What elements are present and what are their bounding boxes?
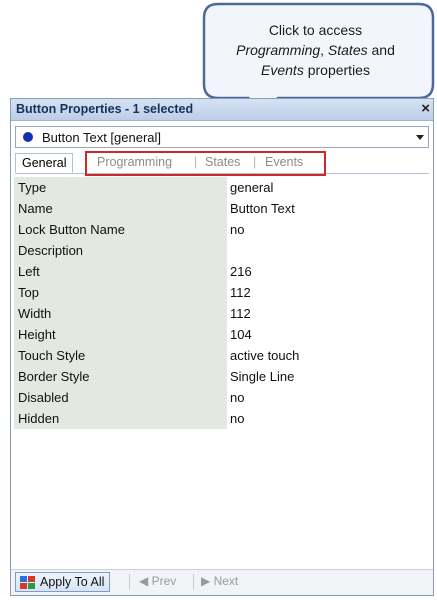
callout-text: Click to access Programming, States and … <box>214 20 417 80</box>
prev-label: Prev <box>151 574 177 588</box>
apply-to-all-label: Apply To All <box>40 575 105 589</box>
property-name: Height <box>14 324 227 345</box>
callout-line-1: Click to access <box>268 22 363 38</box>
property-row[interactable]: Touch Style active touch <box>14 345 430 366</box>
callout-comma: , <box>320 42 328 58</box>
property-row[interactable]: Width 112 <box>14 303 430 324</box>
callout-events: Events <box>261 62 304 78</box>
callout-properties: properties <box>303 62 370 78</box>
property-value[interactable]: general <box>230 177 430 198</box>
property-row[interactable]: Left 216 <box>14 261 430 282</box>
property-grid: Type general Name Button Text Lock Button Na… <box>14 177 430 429</box>
property-row[interactable]: Disabled no <box>14 387 430 408</box>
property-name: Name <box>14 198 227 219</box>
property-row[interactable]: Description <box>14 240 430 261</box>
tabs-highlight-box <box>85 151 326 176</box>
property-row[interactable]: Border Style Single Line <box>14 366 430 387</box>
property-value[interactable]: Single Line <box>230 366 430 387</box>
property-name: Touch Style <box>14 345 227 366</box>
panel-titlebar: Button Properties - 1 selected × <box>11 99 433 121</box>
close-icon[interactable]: × <box>421 100 430 117</box>
property-value[interactable]: 216 <box>230 261 430 282</box>
prev-button[interactable]: ◀ Prev <box>139 574 176 588</box>
property-row[interactable]: Height 104 <box>14 324 430 345</box>
property-value[interactable]: no <box>230 387 430 408</box>
next-button[interactable]: ▶ Next <box>201 574 238 588</box>
next-label: Next <box>213 574 239 588</box>
property-row[interactable]: Top 112 <box>14 282 430 303</box>
property-row[interactable]: Lock Button Name no <box>14 219 430 240</box>
toolbar-divider <box>129 574 130 590</box>
callout-and: and <box>367 42 395 58</box>
button-properties-panel: Button Properties - 1 selected × Button … <box>10 98 434 596</box>
property-name: Hidden <box>14 408 227 429</box>
property-name: Type <box>14 177 227 198</box>
property-value[interactable]: Button Text <box>230 198 430 219</box>
property-value[interactable]: no <box>230 219 430 240</box>
apply-to-all-button[interactable]: Apply To All <box>15 572 111 592</box>
property-row[interactable]: Type general <box>14 177 430 198</box>
property-value[interactable]: 112 <box>230 282 430 303</box>
apply-to-all-icon <box>20 575 35 589</box>
property-value[interactable]: 112 <box>230 303 430 324</box>
object-bullet-icon <box>23 132 33 142</box>
triangle-right-icon: ▶ <box>201 574 211 588</box>
property-value[interactable]: 104 <box>230 324 430 345</box>
property-value[interactable]: active touch <box>230 345 430 366</box>
property-name: Disabled <box>14 387 227 408</box>
panel-title: Button Properties - 1 selected <box>16 102 194 116</box>
object-selector-label: Button Text [general] <box>42 130 162 145</box>
callout-states: States <box>327 42 368 58</box>
property-name: Description <box>14 240 227 261</box>
toolbar-divider <box>193 574 194 590</box>
property-name: Border Style <box>14 366 227 387</box>
property-name: Top <box>14 282 227 303</box>
object-selector-dropdown[interactable]: Button Text [general] <box>15 126 429 148</box>
property-row[interactable]: Hidden no <box>14 408 430 429</box>
triangle-left-icon: ◀ <box>139 574 149 588</box>
property-value[interactable] <box>230 240 430 261</box>
property-name: Width <box>14 303 227 324</box>
chevron-down-icon[interactable] <box>416 135 424 140</box>
panel-bottom-bar: Apply To All ◀ Prev ▶ Next <box>11 569 433 595</box>
tab-general[interactable]: General <box>15 153 74 173</box>
callout-programming: Programming <box>236 42 321 58</box>
property-name: Left <box>14 261 227 282</box>
property-name: Lock Button Name <box>14 219 227 240</box>
property-row[interactable]: Name Button Text <box>14 198 430 219</box>
property-value[interactable]: no <box>230 408 430 429</box>
